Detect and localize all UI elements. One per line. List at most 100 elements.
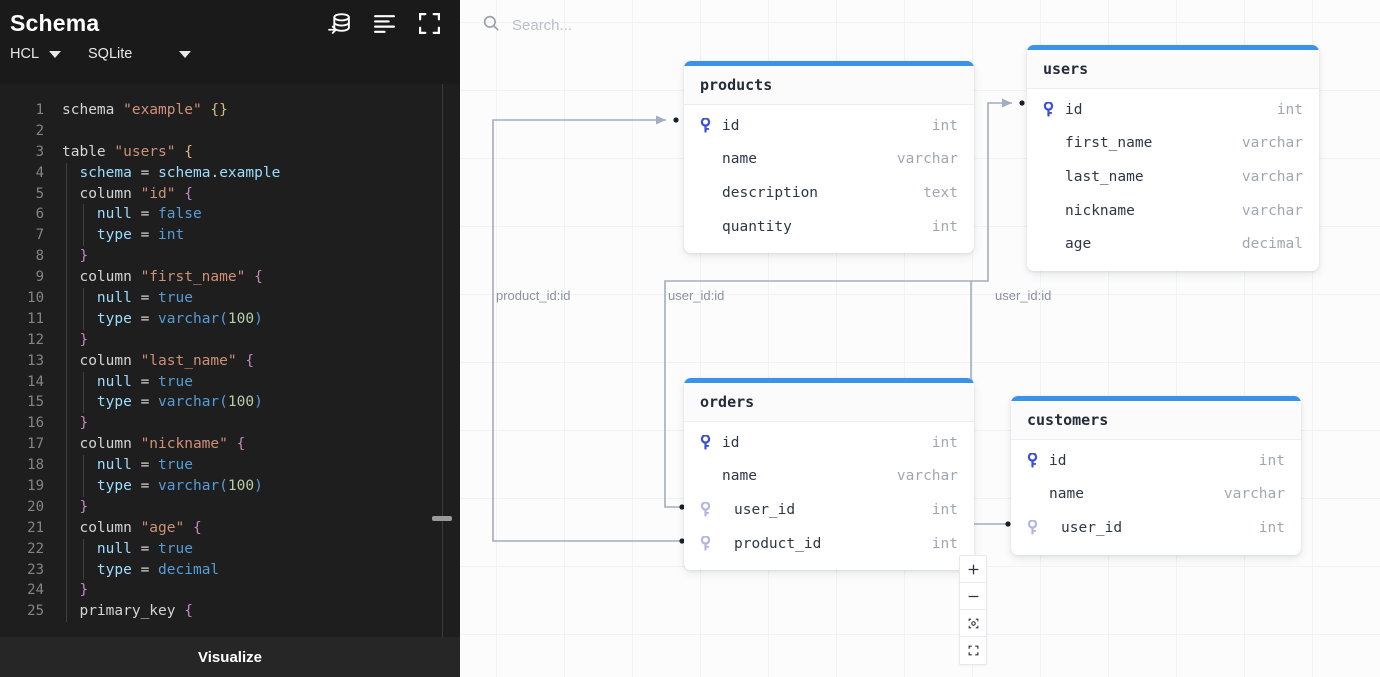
code-line: 4 schema = schema.example bbox=[0, 163, 460, 184]
line-number: 12 bbox=[0, 330, 44, 351]
code-line: 15 type = varchar(100) bbox=[0, 392, 460, 413]
table-card-users[interactable]: users idintfirst_namevarcharlast_namevar… bbox=[1027, 45, 1319, 271]
code-line: 22 null = true bbox=[0, 539, 460, 560]
code-text: null = true bbox=[62, 288, 193, 309]
code-line: 14 null = true bbox=[0, 372, 460, 393]
column-type: int bbox=[932, 502, 958, 518]
column-type: varchar bbox=[897, 468, 958, 484]
table-column-row[interactable]: product_idint bbox=[684, 527, 974, 561]
table-column-row[interactable]: namevarchar bbox=[684, 460, 974, 494]
column-name: description bbox=[722, 185, 923, 201]
line-number: 16 bbox=[0, 413, 44, 434]
chevron-down-icon bbox=[179, 51, 191, 58]
visualize-button[interactable]: Visualize bbox=[0, 637, 460, 677]
zoom-in-button[interactable] bbox=[960, 556, 986, 583]
format-code-icon[interactable] bbox=[372, 11, 397, 36]
search-bar bbox=[482, 14, 722, 37]
code-text: } bbox=[62, 413, 88, 434]
line-number: 9 bbox=[0, 267, 44, 288]
line-number: 10 bbox=[0, 288, 44, 309]
code-line: 10 null = true bbox=[0, 288, 460, 309]
table-column-row[interactable]: namevarchar bbox=[684, 143, 974, 177]
line-number: 19 bbox=[0, 476, 44, 497]
line-number: 17 bbox=[0, 434, 44, 455]
dialect-selector[interactable]: SQLite bbox=[88, 46, 228, 62]
column-name: name bbox=[1049, 486, 1224, 502]
code-editor[interactable]: 1schema "example" {}23table "users" {4 s… bbox=[0, 84, 460, 637]
code-line: 25 primary_key { bbox=[0, 601, 460, 622]
code-text: null = true bbox=[62, 372, 193, 393]
column-type: varchar bbox=[1224, 486, 1285, 502]
table-column-row[interactable]: user_idint bbox=[1011, 511, 1301, 545]
table-column-row[interactable]: agedecimal bbox=[1027, 227, 1319, 261]
line-number: 14 bbox=[0, 372, 44, 393]
table-column-row[interactable]: nicknamevarchar bbox=[1027, 194, 1319, 228]
table-card-products[interactable]: products idintnamevarchardescriptiontext… bbox=[684, 61, 974, 253]
column-type: int bbox=[932, 118, 958, 134]
table-card-orders[interactable]: orders idintnamevarcharuser_idintproduct… bbox=[684, 378, 974, 570]
table-column-row[interactable]: idint bbox=[684, 109, 974, 143]
table-column-row[interactable]: first_namevarchar bbox=[1027, 127, 1319, 161]
fullscreen-icon[interactable] bbox=[417, 11, 442, 36]
search-input[interactable] bbox=[512, 17, 722, 34]
table-column-row[interactable]: user_idint bbox=[684, 493, 974, 527]
line-number: 2 bbox=[0, 121, 44, 142]
table-columns: idintnamevarcharuser_idint bbox=[1011, 440, 1301, 555]
code-text: column "first_name" { bbox=[62, 267, 263, 288]
foreign-key-icon bbox=[700, 536, 722, 551]
line-number: 5 bbox=[0, 184, 44, 205]
format-selector[interactable]: HCL bbox=[10, 46, 88, 62]
table-column-row[interactable]: idint bbox=[1027, 93, 1319, 127]
table-column-row[interactable]: quantityint bbox=[684, 210, 974, 244]
fit-view-button[interactable] bbox=[960, 610, 986, 637]
code-text: } bbox=[62, 330, 88, 351]
line-number: 13 bbox=[0, 351, 44, 372]
edge-product-id bbox=[493, 120, 680, 541]
column-name: age bbox=[1065, 236, 1242, 252]
foreign-key-icon bbox=[1027, 520, 1049, 535]
column-type: int bbox=[1259, 453, 1285, 469]
editor-scrollbar-thumb[interactable] bbox=[432, 516, 452, 521]
code-text: schema "example" {} bbox=[62, 100, 228, 121]
zoom-out-button[interactable] bbox=[960, 583, 986, 610]
editor-scrollbar-track[interactable] bbox=[442, 84, 443, 637]
table-column-row[interactable]: descriptiontext bbox=[684, 176, 974, 210]
toggle-interactivity-button[interactable] bbox=[960, 637, 986, 664]
column-name: id bbox=[1049, 453, 1259, 469]
table-column-row[interactable]: idint bbox=[684, 426, 974, 460]
table-name: customers bbox=[1027, 411, 1108, 429]
column-type: varchar bbox=[1242, 169, 1303, 185]
code-line: 11 type = varchar(100) bbox=[0, 309, 460, 330]
panel-header: Schema bbox=[0, 0, 460, 84]
line-number: 1 bbox=[0, 100, 44, 121]
code-line: 19 type = varchar(100) bbox=[0, 476, 460, 497]
column-name: name bbox=[722, 468, 897, 484]
column-name: product_id bbox=[734, 536, 932, 552]
edge-label-product-id: product_id:id bbox=[496, 288, 570, 303]
table-card-customers[interactable]: customers idintnamevarcharuser_idint bbox=[1011, 396, 1301, 555]
diagram-canvas[interactable]: product_id:id user_id:id user_id:id prod… bbox=[460, 0, 1380, 677]
code-text: null = false bbox=[62, 204, 202, 225]
column-name: id bbox=[722, 435, 932, 451]
code-text: type = decimal bbox=[62, 560, 219, 581]
column-name: user_id bbox=[734, 502, 932, 518]
format-selector-value: HCL bbox=[10, 46, 39, 62]
table-column-row[interactable]: idint bbox=[1011, 444, 1301, 478]
database-import-icon[interactable] bbox=[327, 11, 352, 36]
line-number: 4 bbox=[0, 163, 44, 184]
table-header: users bbox=[1027, 50, 1319, 89]
table-column-row[interactable]: namevarchar bbox=[1011, 478, 1301, 512]
edge-user-id-customers bbox=[971, 281, 1006, 524]
code-line: 18 null = true bbox=[0, 455, 460, 476]
column-name: last_name bbox=[1065, 169, 1242, 185]
primary-key-icon bbox=[1027, 453, 1049, 468]
column-name: user_id bbox=[1061, 520, 1259, 536]
line-number: 25 bbox=[0, 601, 44, 622]
column-type: varchar bbox=[897, 151, 958, 167]
column-type: int bbox=[932, 219, 958, 235]
table-column-row[interactable]: last_namevarchar bbox=[1027, 160, 1319, 194]
code-text: column "nickname" { bbox=[62, 434, 245, 455]
code-line: 9 column "first_name" { bbox=[0, 267, 460, 288]
zoom-controls bbox=[959, 555, 987, 665]
dialect-selector-value: SQLite bbox=[88, 46, 132, 62]
